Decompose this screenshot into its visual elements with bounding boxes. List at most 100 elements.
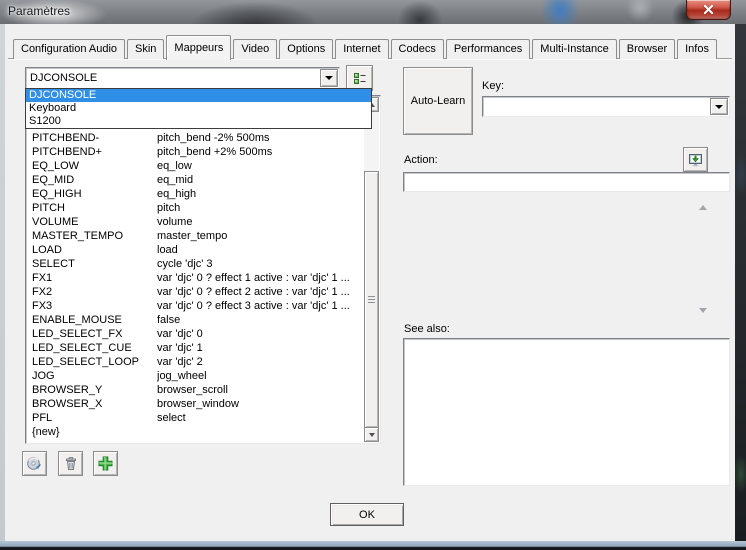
mapping-row[interactable]: PITCH pitch: [27, 201, 363, 215]
mapping-action: pitch: [157, 201, 363, 215]
close-button[interactable]: [686, 0, 731, 20]
device-dropdown-popup: DJCONSOLE Keyboard S1200: [25, 88, 372, 129]
mapping-action: false: [157, 313, 363, 327]
mapping-row[interactable]: BROWSER_X browser_window: [27, 397, 363, 411]
mapping-row[interactable]: BROWSER_Y browser_scroll: [27, 383, 363, 397]
mapping-action: var 'djc' 2: [157, 355, 363, 369]
mapper-wizard-button[interactable]: [22, 451, 47, 476]
device-option[interactable]: S1200: [26, 115, 371, 128]
action-scroll-down-icon[interactable]: [699, 308, 707, 313]
mapping-row[interactable]: PITCHBEND- pitch_bend -2% 500ms: [27, 131, 363, 145]
trash-icon: [63, 456, 79, 472]
tab-label: Mappeurs: [174, 42, 223, 54]
titlebar: Paramètres: [0, 0, 746, 24]
action-scroll-up-icon[interactable]: [699, 205, 707, 210]
tab-label: Video: [241, 43, 269, 55]
mapping-action: browser_scroll: [157, 383, 363, 397]
tab-label: Configuration Audio: [21, 43, 117, 55]
window-title: Paramètres: [8, 4, 70, 18]
mapping-action: jog_wheel: [157, 369, 363, 383]
close-icon: [703, 5, 714, 14]
delete-mapping-button[interactable]: [58, 451, 83, 476]
mapping-row[interactable]: {new}: [27, 425, 363, 439]
mapping-row[interactable]: FX3 var 'djc' 0 ? effect 3 active : var …: [27, 299, 363, 313]
tab[interactable]: Browser: [619, 39, 675, 59]
mapping-action: select: [157, 411, 363, 425]
mapping-key: FX2: [27, 285, 157, 299]
ok-button[interactable]: OK: [330, 503, 404, 526]
tab[interactable]: Configuration Audio: [13, 39, 125, 59]
tab[interactable]: Infos: [677, 39, 717, 59]
mapping-key: PITCHBEND+: [27, 145, 157, 159]
tab[interactable]: Video: [233, 39, 277, 59]
mapping-action: eq_high: [157, 187, 363, 201]
add-mapping-button[interactable]: [93, 451, 118, 476]
mapping-rows: PITCHBEND- pitch_bend -2% 500ms PITCHBEN…: [27, 131, 363, 442]
mapping-key: VOLUME: [27, 215, 157, 229]
mapping-action: load: [157, 243, 363, 257]
mapping-row[interactable]: PITCHBEND+ pitch_bend +2% 500ms: [27, 145, 363, 159]
auto-learn-label: Auto-Learn: [411, 95, 465, 107]
mapping-row[interactable]: VOLUME volume: [27, 215, 363, 229]
device-combobox[interactable]: DJCONSOLE: [25, 67, 340, 89]
ok-button-label: OK: [359, 509, 375, 521]
see-also-listbox[interactable]: [403, 338, 730, 486]
mapping-key: LOAD: [27, 243, 157, 257]
action-input[interactable]: [403, 172, 730, 192]
tab-label: Codecs: [399, 43, 436, 55]
device-combobox-value: DJCONSOLE: [30, 71, 97, 86]
device-option-label: DJCONSOLE: [29, 89, 96, 101]
mapping-key: BROWSER_X: [27, 397, 157, 411]
action-capture-button[interactable]: [683, 147, 708, 172]
auto-learn-button[interactable]: Auto-Learn: [403, 67, 473, 135]
mapping-row[interactable]: LOAD load: [27, 243, 363, 257]
device-combobox-dropdown-button[interactable]: [320, 69, 338, 87]
mapping-row[interactable]: SELECT cycle 'djc' 3: [27, 257, 363, 271]
tab[interactable]: Internet: [335, 39, 388, 59]
mapping-row[interactable]: JOG jog_wheel: [27, 369, 363, 383]
key-combobox[interactable]: [482, 96, 730, 117]
settings-window: Paramètres Configuration Audio Skin: [0, 0, 746, 550]
device-option[interactable]: DJCONSOLE: [26, 89, 371, 102]
device-option[interactable]: Keyboard: [26, 102, 371, 115]
mapping-row[interactable]: LED_SELECT_CUE var 'djc' 1: [27, 341, 363, 355]
mapping-row[interactable]: LED_SELECT_FX var 'djc' 0: [27, 327, 363, 341]
mapping-key: LED_SELECT_LOOP: [27, 355, 157, 369]
mapping-action: cycle 'djc' 3: [157, 257, 363, 271]
mapping-row[interactable]: PFL select: [27, 411, 363, 425]
tab-label: Browser: [627, 43, 667, 55]
mapping-action: browser_window: [157, 397, 363, 411]
mapping-row[interactable]: FX1 var 'djc' 0 ? effect 1 active : var …: [27, 271, 363, 285]
tab-label: Internet: [343, 43, 380, 55]
mapping-list-scrollbar[interactable]: [364, 97, 379, 442]
mapping-key: BROWSER_Y: [27, 383, 157, 397]
tab[interactable]: Skin: [127, 39, 164, 59]
tab[interactable]: Multi-Instance: [532, 39, 616, 59]
mapping-key: JOG: [27, 369, 157, 383]
mapping-action: volume: [157, 215, 363, 229]
mapping-row[interactable]: MASTER_TEMPO master_tempo: [27, 229, 363, 243]
scroll-down-button[interactable]: [364, 427, 379, 442]
chevron-down-icon: [715, 105, 723, 109]
mapping-listbox[interactable]: PITCHBEND- pitch_bend -2% 500ms PITCHBEN…: [25, 95, 381, 444]
mapping-key: ENABLE_MOUSE: [27, 313, 157, 327]
mapping-action: var 'djc' 0 ? effect 1 active : var 'djc…: [157, 271, 363, 285]
scrollbar-thumb[interactable]: [364, 171, 379, 428]
tab[interactable]: Options: [279, 39, 333, 59]
mapping-row[interactable]: LED_SELECT_LOOP var 'djc' 2: [27, 355, 363, 369]
action-label: Action:: [404, 154, 438, 166]
mapping-action: var 'djc' 0: [157, 327, 363, 341]
mapping-row[interactable]: EQ_HIGH eq_high: [27, 187, 363, 201]
mapping-row[interactable]: FX2 var 'djc' 0 ? effect 2 active : var …: [27, 285, 363, 299]
tab-label: Options: [287, 43, 325, 55]
see-also-label: See also:: [404, 323, 450, 335]
tab[interactable]: Codecs: [391, 39, 444, 59]
key-combobox-dropdown-button[interactable]: [710, 98, 728, 115]
mapping-row[interactable]: EQ_MID eq_mid: [27, 173, 363, 187]
tab[interactable]: Performances: [446, 39, 530, 59]
tab[interactable]: Mappeurs: [166, 35, 231, 60]
mapping-row[interactable]: ENABLE_MOUSE false: [27, 313, 363, 327]
mapping-action: [157, 425, 363, 439]
dialog-body: Configuration Audio Skin Mappeurs Video …: [5, 24, 735, 541]
mapping-row[interactable]: EQ_LOW eq_low: [27, 159, 363, 173]
